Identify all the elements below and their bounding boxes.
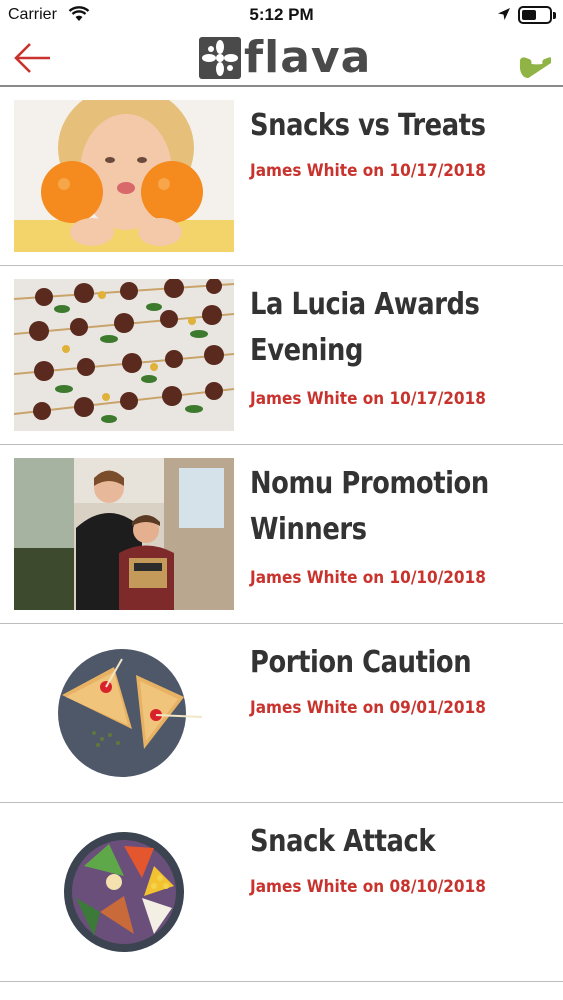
nav-bar: flava — [0, 30, 563, 87]
article-item[interactable]: Snack Attack James White on 08/10/2018 — [0, 803, 563, 982]
article-title: La Lucia Awards Evening — [250, 287, 480, 368]
article-title: Portion Caution — [250, 645, 472, 680]
article-thumbnail-woman-and-boy-with-prize — [14, 458, 234, 610]
battery-icon — [518, 6, 556, 24]
article-byline: James White on 10/17/2018 — [250, 389, 486, 409]
phone-button[interactable] — [503, 36, 554, 84]
article-thumbnail-salad-bowl — [14, 816, 234, 968]
article-byline: James White on 08/10/2018 — [250, 877, 486, 897]
logo-mark-icon — [199, 37, 241, 79]
article-title: Nomu Promotion Winners — [250, 466, 489, 547]
article-thumbnail-girl-with-oranges — [14, 100, 234, 252]
article-byline: James White on 10/10/2018 — [250, 568, 486, 588]
status-bar: Carrier 5:12 PM — [0, 0, 563, 30]
article-list: Snacks vs Treats James White on 10/17/20… — [0, 87, 563, 982]
article-title: Snack Attack — [250, 824, 436, 859]
app-logo: flava — [199, 36, 371, 80]
article-thumbnail-grilled-skewers — [14, 279, 234, 431]
arrow-left-icon — [14, 43, 50, 73]
article-thumbnail-toasted-sandwich-plate — [14, 637, 234, 789]
article-byline: James White on 10/17/2018 — [250, 161, 486, 181]
article-item[interactable]: Snacks vs Treats James White on 10/17/20… — [0, 87, 563, 266]
logo-text: flava — [244, 32, 372, 83]
article-byline: James White on 09/01/2018 — [250, 698, 486, 718]
article-item[interactable]: La Lucia Awards Evening James White on 1… — [0, 266, 563, 445]
phone-icon — [519, 57, 554, 79]
back-button[interactable] — [10, 40, 54, 76]
article-item[interactable]: Portion Caution James White on 09/01/201… — [0, 624, 563, 803]
status-time: 5:12 PM — [249, 5, 314, 24]
article-title: Snacks vs Treats — [250, 108, 486, 143]
location-arrow-icon — [498, 8, 510, 20]
article-item[interactable]: Nomu Promotion Winners James White on 10… — [0, 445, 563, 624]
